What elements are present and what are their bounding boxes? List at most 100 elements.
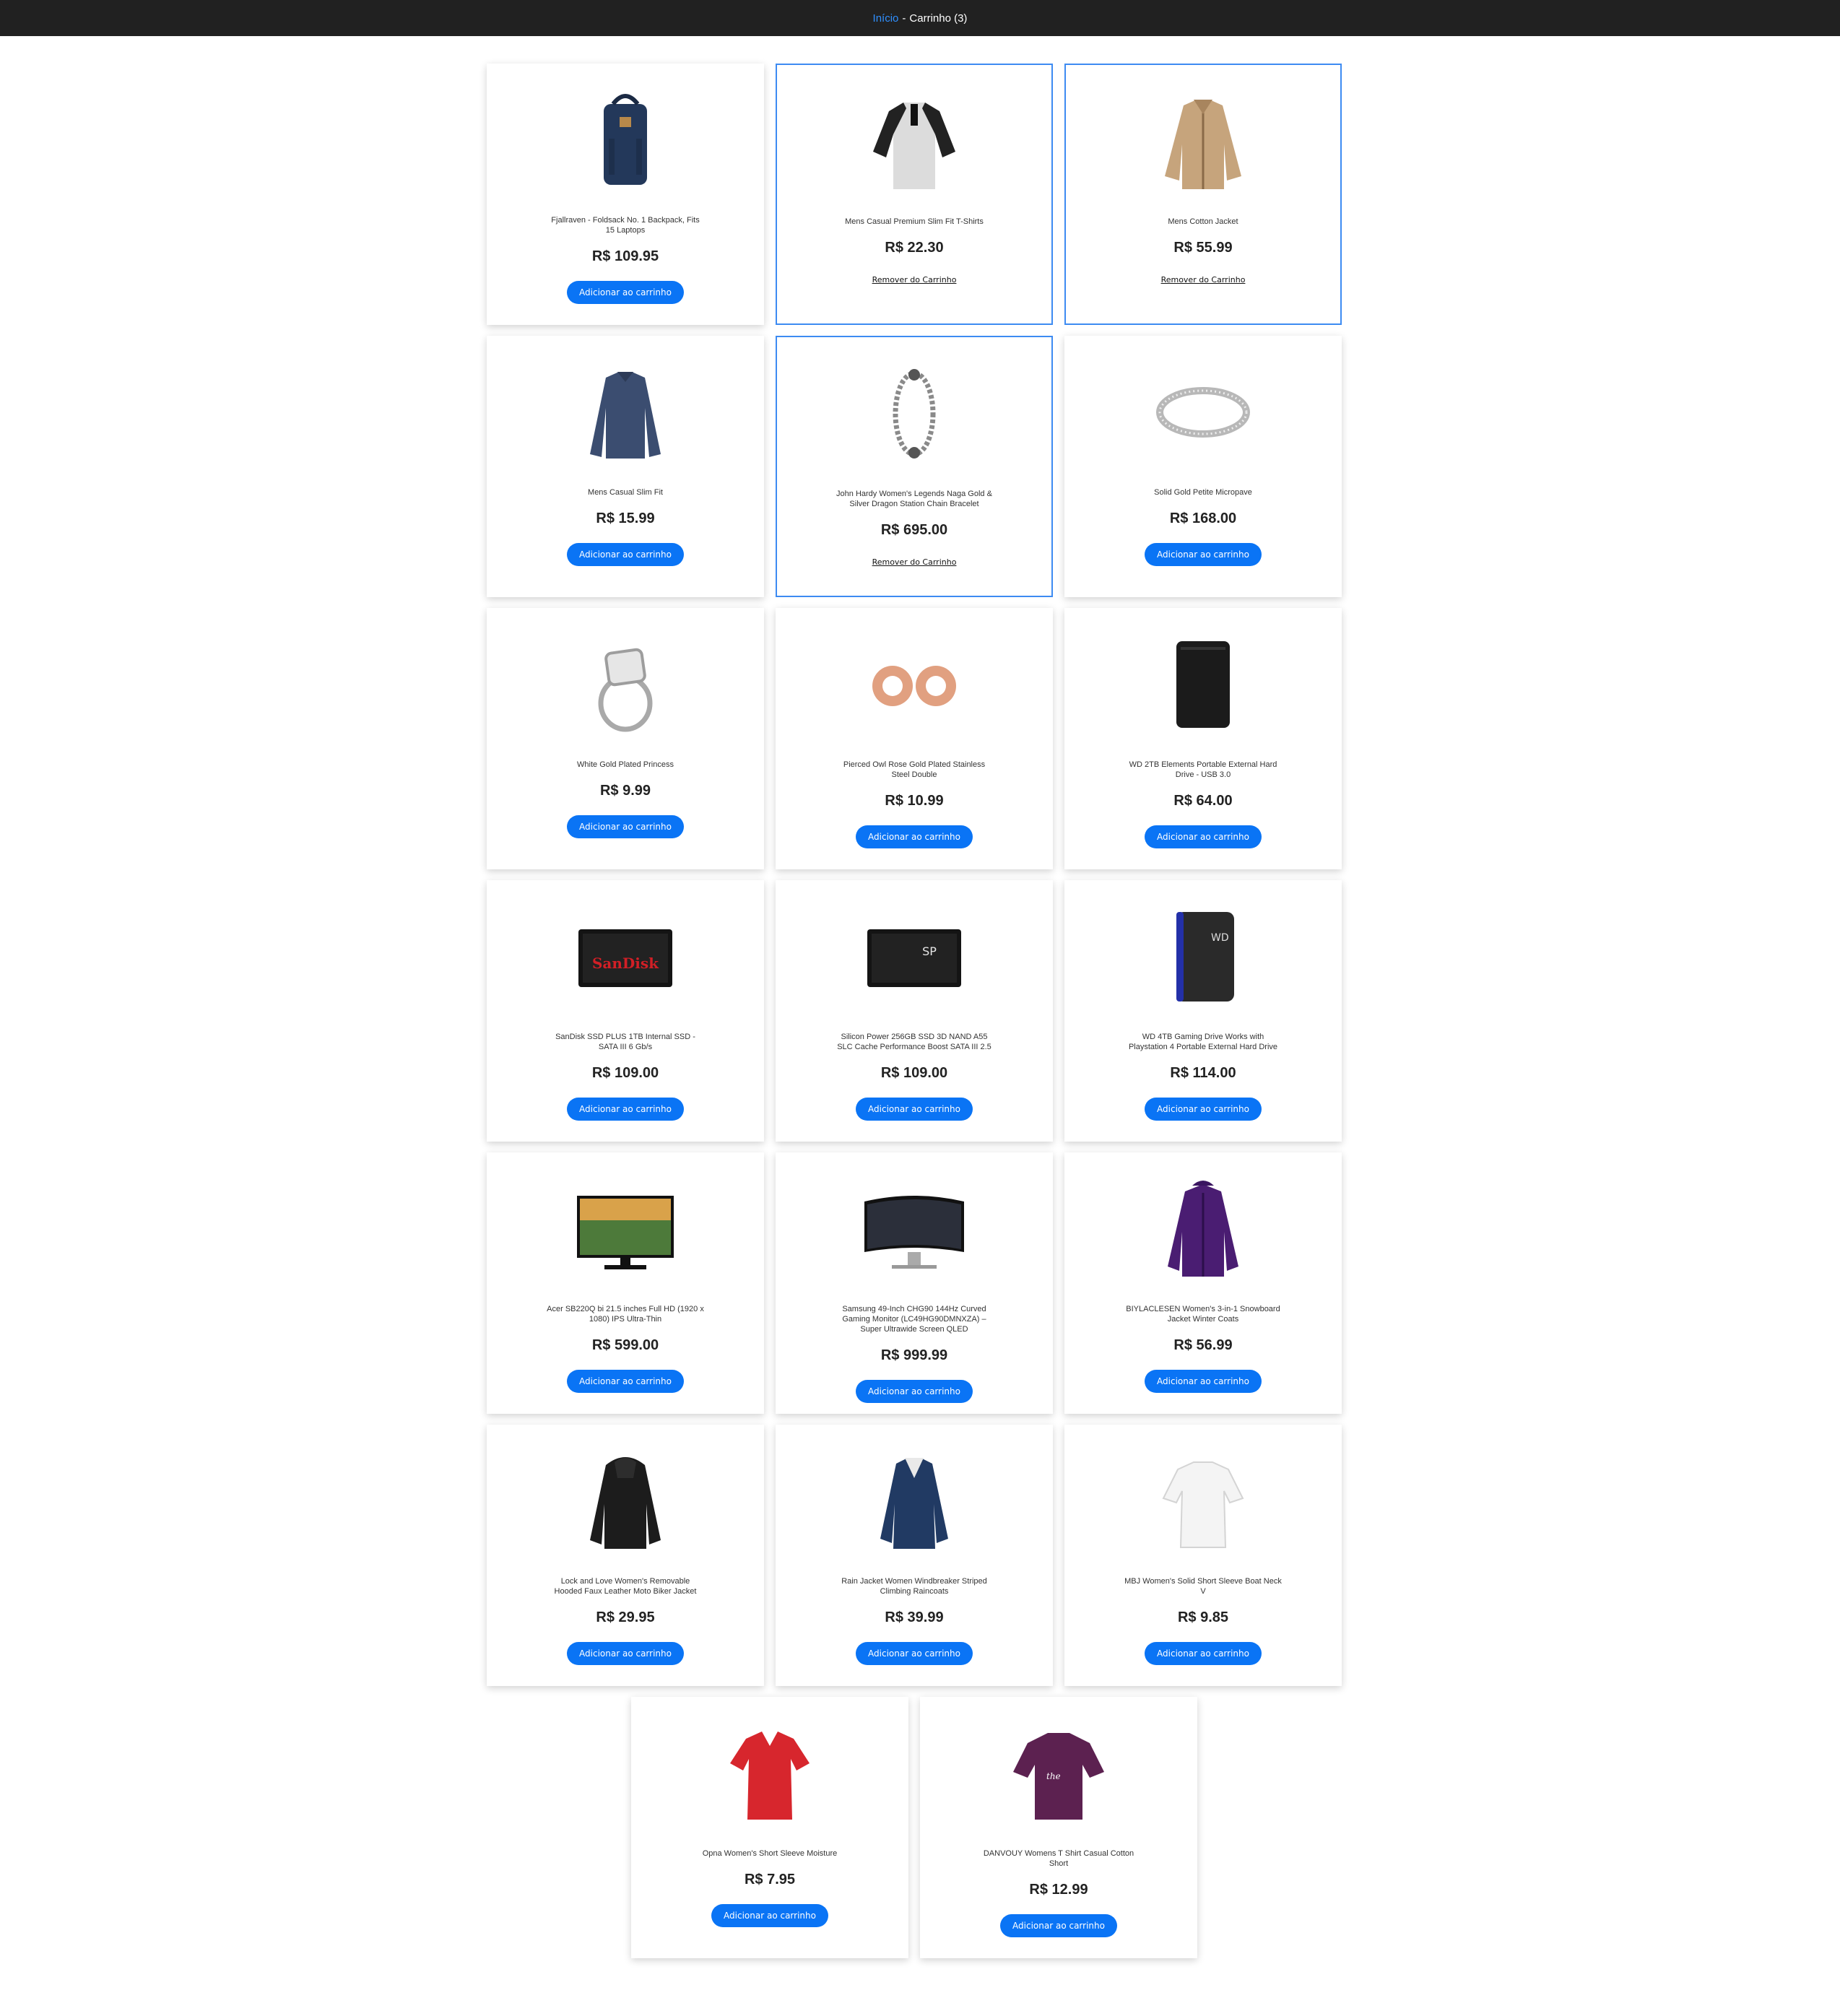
add-to-cart-button[interactable]: Adicionar ao carrinho [567, 815, 684, 838]
product-name: Silicon Power 256GB SSD 3D NAND A55 SLC … [837, 1033, 991, 1051]
winter-coat-icon[interactable] [1141, 1177, 1265, 1279]
add-to-cart-button[interactable]: Adicionar ao carrinho [856, 1642, 973, 1665]
earplugs-icon[interactable] [852, 633, 976, 735]
product-price: R$ 12.99 [1029, 1882, 1088, 1898]
product-price: R$ 114.00 [1170, 1065, 1236, 1081]
curved-monitor-icon[interactable] [852, 1177, 976, 1279]
product-price: R$ 56.99 [1173, 1337, 1233, 1353]
product-card: Acer SB220Q bi 21.5 inches Full HD (1920… [487, 1152, 764, 1414]
leather-jacket-icon[interactable] [563, 1449, 687, 1552]
diamond-ring-icon[interactable] [563, 633, 687, 735]
product-price: R$ 695.00 [880, 522, 948, 538]
product-price: R$ 39.99 [885, 1609, 944, 1625]
longsleeve-icon[interactable] [563, 360, 687, 463]
remove-from-cart-link[interactable]: Remover do Carrinho [872, 275, 957, 284]
product-card: SanDisk SanDisk SSD PLUS 1TB Internal SSD… [487, 880, 764, 1142]
product-name: White Gold Plated Princess [577, 760, 674, 769]
product-price: R$ 10.99 [885, 793, 944, 809]
jacket-icon[interactable] [1141, 90, 1265, 192]
product-name: Fjallraven - Foldsack No. 1 Backpack, Fi… [551, 216, 700, 235]
product-name: Solid Gold Petite Micropave [1154, 488, 1252, 497]
product-price: R$ 7.95 [744, 1872, 796, 1887]
monitor-icon[interactable] [563, 1177, 687, 1279]
product-name: Mens Casual Slim Fit [588, 488, 663, 497]
remove-from-cart-link[interactable]: Remover do Carrinho [872, 557, 957, 567]
add-to-cart-button[interactable]: Adicionar ao carrinho [567, 1642, 684, 1665]
product-price: R$ 109.00 [591, 1065, 659, 1081]
add-to-cart-button[interactable]: Adicionar ao carrinho [1145, 1098, 1262, 1121]
ssd-icon[interactable]: SP [852, 905, 976, 1007]
add-to-cart-button[interactable]: Adicionar ao carrinho [856, 1098, 973, 1121]
product-print-text: SP [922, 944, 937, 958]
add-to-cart-button[interactable]: Adicionar ao carrinho [1145, 1370, 1262, 1393]
product-name: John Hardy Women's Legends Naga Gold & S… [836, 490, 992, 508]
product-name: SanDisk SSD PLUS 1TB Internal SSD - SATA… [555, 1033, 695, 1051]
product-name: BIYLACLESEN Women's 3-in-1 Snowboard Jac… [1126, 1305, 1280, 1324]
product-card: Mens Casual Slim Fit R$ 15.99 Adicionar ao… [487, 336, 764, 597]
product-card: MBJ Women's Solid Short Sleeve Boat Neck… [1064, 1425, 1342, 1686]
product-card: Rain Jacket Women Windbreaker Striped Cl… [776, 1425, 1053, 1686]
white-top-icon[interactable] [1141, 1449, 1265, 1552]
add-to-cart-button[interactable]: Adicionar ao carrinho [567, 1370, 684, 1393]
product-name: MBJ Women's Solid Short Sleeve Boat Neck… [1124, 1577, 1282, 1596]
home-link[interactable]: Início [873, 12, 899, 25]
product-card: White Gold Plated Princess R$ 9.99 Adicion… [487, 608, 764, 869]
svg-text:the: the [1046, 1771, 1061, 1781]
product-card: Fjallraven - Foldsack No. 1 Backpack, Fi… [487, 64, 764, 325]
product-price: R$ 22.30 [885, 240, 944, 256]
product-card: WD 2TB Elements Portable External Hard D… [1064, 608, 1342, 869]
add-to-cart-button[interactable]: Adicionar ao carrinho [567, 1098, 684, 1121]
product-name: Mens Cotton Jacket [1168, 217, 1238, 226]
product-price: R$ 64.00 [1173, 793, 1233, 809]
add-to-cart-button[interactable]: Adicionar ao carrinho [1145, 1642, 1262, 1665]
top-nav-bar: Início - Carrinho (3) [0, 0, 1840, 36]
gaming-drive-icon[interactable]: WD [1141, 905, 1265, 1007]
product-name: Lock and Love Women's Removable Hooded F… [554, 1577, 697, 1596]
raincoat-icon[interactable] [852, 1449, 976, 1552]
add-to-cart-button[interactable]: Adicionar ao carrinho [856, 1380, 973, 1403]
remove-from-cart-link[interactable]: Remover do Carrinho [1161, 275, 1246, 284]
product-card: WD WD 4TB Gaming Drive Works with Playsta… [1064, 880, 1342, 1142]
ssd-icon[interactable]: SanDisk [563, 905, 687, 1007]
add-to-cart-button[interactable]: Adicionar ao carrinho [1145, 543, 1262, 566]
product-name: WD 4TB Gaming Drive Works with Playstati… [1128, 1033, 1278, 1051]
add-to-cart-button[interactable]: Adicionar ao carrinho [1000, 1914, 1117, 1937]
add-to-cart-button[interactable]: Adicionar ao carrinho [1145, 825, 1262, 848]
purple-tee-icon[interactable]: the [997, 1721, 1121, 1824]
tshirt-icon[interactable] [852, 90, 976, 192]
product-price: R$ 15.99 [596, 510, 655, 526]
add-to-cart-button[interactable]: Adicionar ao carrinho [567, 281, 684, 304]
product-name: Acer SB220Q bi 21.5 inches Full HD (1920… [547, 1305, 704, 1324]
product-card: the DANVOUY Womens T Shirt Casual Cotton … [920, 1697, 1197, 1958]
product-price: R$ 599.00 [591, 1337, 659, 1353]
product-price: R$ 109.95 [591, 248, 659, 264]
product-card: Opna Women's Short Sleeve Moisture R$ 7.9… [631, 1697, 908, 1958]
product-card: Solid Gold Petite Micropave R$ 168.00 Adic… [1064, 336, 1342, 597]
product-price: R$ 9.99 [599, 783, 651, 799]
product-card: Samsung 49-Inch CHG90 144Hz Curved Gamin… [776, 1152, 1053, 1414]
product-card: John Hardy Women's Legends Naga Gold & S… [776, 336, 1053, 597]
svg-text:WD: WD [1211, 932, 1229, 944]
product-card: Lock and Love Women's Removable Hooded F… [487, 1425, 764, 1686]
product-card: SP Silicon Power 256GB SSD 3D NAND A55 SL… [776, 880, 1053, 1142]
product-price: R$ 999.99 [880, 1347, 948, 1363]
red-shirt-icon[interactable] [708, 1721, 832, 1824]
product-card: BIYLACLESEN Women's 3-in-1 Snowboard Jac… [1064, 1152, 1342, 1414]
product-price: R$ 9.85 [1177, 1609, 1229, 1625]
product-price: R$ 168.00 [1169, 510, 1237, 526]
product-print-text: SanDisk [592, 955, 659, 972]
add-to-cart-button[interactable]: Adicionar ao carrinho [711, 1904, 828, 1927]
cart-link[interactable]: Carrinho (3) [909, 12, 967, 25]
product-price: R$ 109.00 [880, 1065, 948, 1081]
product-name: Samsung 49-Inch CHG90 144Hz Curved Gamin… [842, 1305, 986, 1334]
backpack-icon[interactable] [563, 88, 687, 191]
hard-drive-icon[interactable] [1141, 633, 1265, 735]
add-to-cart-button[interactable]: Adicionar ao carrinho [856, 825, 973, 848]
add-to-cart-button[interactable]: Adicionar ao carrinho [567, 543, 684, 566]
product-name: Opna Women's Short Sleeve Moisture [702, 1849, 838, 1858]
ring-band-icon[interactable] [1141, 360, 1265, 463]
product-name: Pierced Owl Rose Gold Plated Stainless S… [843, 760, 986, 779]
bracelet-icon[interactable] [852, 362, 976, 464]
product-name: Rain Jacket Women Windbreaker Striped Cl… [841, 1577, 987, 1596]
product-card: Mens Casual Premium Slim Fit T-Shirts R$ … [776, 64, 1053, 325]
